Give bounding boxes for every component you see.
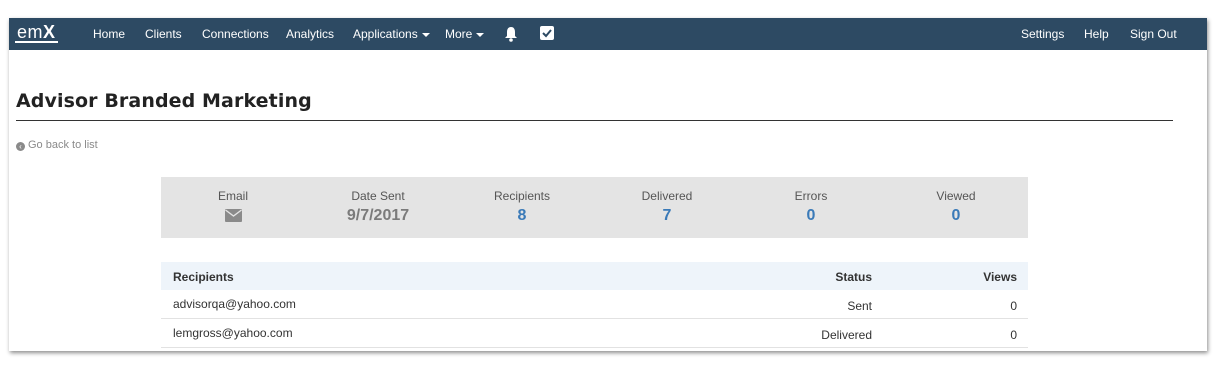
nav-sign-out[interactable]: Sign Out [1130,27,1177,41]
stat-errors: Errors 0 [741,189,881,225]
back-to-list-link[interactable]: ‹ Go back to list [16,139,98,151]
back-link-label: Go back to list [28,139,98,151]
recipient-views: 0 [1010,299,1017,313]
caret-down-icon [476,32,485,37]
nav-clients[interactable]: Clients [145,27,182,41]
recipients-table: Recipients Status Views advisorqa@yahoo.… [161,262,1028,348]
column-header-status[interactable]: Status [835,270,872,284]
stats-panel: Email Date Sent 9/7/2017 Recipients 8 De… [161,177,1028,238]
nav-more-dropdown[interactable]: More [445,27,485,41]
recipient-status: Sent [847,299,872,313]
recipient-views: 0 [1010,328,1017,342]
checkbox-icon[interactable] [540,26,554,45]
nav-analytics[interactable]: Analytics [286,27,334,41]
title-divider [16,120,1173,121]
logo-text-em: em [17,22,44,42]
nav-applications-dropdown[interactable]: Applications [353,27,430,41]
nav-applications-label: Applications [353,27,418,41]
app-window: emX Home Clients Connections Analytics A… [9,18,1207,351]
table-row: advisorqa@yahoo.com Sent 0 [161,290,1028,319]
arrow-left-circle-icon: ‹ [16,142,25,151]
page-title: Advisor Branded Marketing [16,90,312,112]
column-header-recipients[interactable]: Recipients [173,270,234,284]
table-header-row: Recipients Status Views [161,262,1028,290]
nav-help[interactable]: Help [1084,27,1109,41]
envelope-icon [163,209,303,227]
recipient-status: Delivered [821,328,872,342]
recipient-email: advisorqa@yahoo.com [173,297,296,311]
top-navbar: emX Home Clients Connections Analytics A… [9,18,1207,50]
bell-icon[interactable] [504,26,518,47]
recipient-email: lemgross@yahoo.com [173,326,293,340]
table-row: lemgross@yahoo.com Delivered 0 [161,319,1028,348]
stat-label: Recipients [493,189,551,203]
stat-viewed: Viewed 0 [886,189,1026,225]
stat-delivered: Delivered 7 [597,189,737,225]
nav-home[interactable]: Home [93,27,125,41]
stat-email: Email [163,189,303,227]
emx-logo[interactable]: emX [15,23,58,43]
logo-text-x: X [43,22,56,42]
nav-settings[interactable]: Settings [1021,27,1064,41]
stat-label: Viewed [936,189,976,203]
stat-value: 0 [951,207,961,224]
stat-value: 0 [806,207,816,224]
nav-connections[interactable]: Connections [202,27,269,41]
stat-label: Email [217,189,248,203]
stat-label: Errors [794,189,828,203]
caret-down-icon [421,32,430,37]
stat-recipients: Recipients 8 [452,189,592,225]
nav-more-label: More [445,27,473,41]
stat-label: Delivered [641,189,693,203]
stat-date-sent: Date Sent 9/7/2017 [308,189,448,225]
column-header-views[interactable]: Views [983,270,1017,284]
stat-value: 8 [517,207,527,224]
stat-label: Date Sent [351,189,405,203]
stat-value: 7 [662,207,672,224]
stat-value: 9/7/2017 [346,207,410,224]
